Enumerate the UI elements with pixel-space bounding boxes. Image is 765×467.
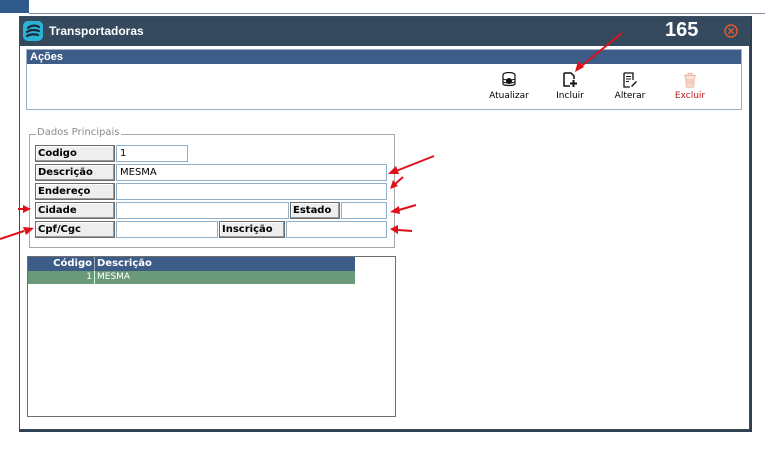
alterar-label: Alterar — [614, 91, 646, 101]
table-row[interactable]: 1 MESMA — [28, 271, 355, 284]
transportadoras-grid[interactable]: Código Descrição 1 MESMA — [27, 256, 396, 417]
endereco-label: Endereço — [35, 183, 115, 200]
grid-header: Código Descrição — [28, 257, 355, 271]
cidade-field[interactable] — [116, 202, 289, 219]
excluir-label: Excluir — [674, 91, 706, 101]
acoes-title: Ações — [30, 51, 64, 63]
acoes-header: Ações — [27, 50, 741, 64]
close-icon[interactable] — [724, 24, 738, 38]
window-shadow-bottom — [19, 430, 750, 432]
annotation-arrow-incluir — [575, 32, 623, 72]
atualizar-button[interactable]: Atualizar — [484, 70, 534, 108]
column-header-descricao[interactable]: Descrição — [97, 257, 152, 271]
window-number: 165 — [665, 19, 699, 41]
row-codigo-cell: 1 — [28, 271, 95, 284]
annotation-arrow-inscricao — [390, 225, 413, 234]
atualizar-label: Atualizar — [489, 91, 529, 101]
codigo-field[interactable]: 1 — [116, 145, 188, 162]
window-shadow-right — [750, 16, 752, 432]
transportadoras-window: Transportadoras 165 Ações Atualizar Incl… — [19, 16, 750, 430]
top-divider — [29, 13, 765, 14]
database-refresh-icon — [502, 72, 516, 87]
cidade-label: Cidade — [35, 202, 115, 219]
app-logo-icon — [23, 21, 43, 41]
annotation-arrow-cpf-cgc — [0, 227, 34, 240]
codigo-label: Codigo — [35, 145, 115, 162]
annotation-arrow-estado — [390, 204, 417, 214]
inscricao-label: Inscrição — [219, 221, 285, 238]
corner-tab — [0, 0, 29, 13]
cpf-cgc-label: Cpf/Cgc — [35, 221, 115, 238]
row-descricao-cell: MESMA — [97, 272, 131, 282]
column-header-codigo[interactable]: Código — [28, 257, 95, 271]
annotation-arrow-cidade — [18, 205, 31, 213]
descricao-label: Descrição — [35, 164, 115, 181]
dados-principais-legend: Dados Principais — [36, 127, 121, 138]
estado-label: Estado — [290, 202, 340, 219]
endereco-field[interactable] — [116, 183, 387, 200]
dados-principais-group: Dados Principais Codigo 1 Descrição MESM… — [29, 127, 395, 248]
annotation-arrow-endereco — [390, 176, 404, 189]
cpf-cgc-field[interactable] — [116, 221, 218, 238]
window-title: Transportadoras — [49, 24, 144, 38]
inscricao-field[interactable] — [286, 221, 387, 238]
descricao-field[interactable]: MESMA — [116, 164, 387, 181]
acoes-panel: Ações Atualizar Incluir Alterar Excluir — [26, 49, 742, 110]
incluir-label: Incluir — [556, 91, 584, 101]
estado-field[interactable] — [341, 202, 387, 219]
title-bar[interactable]: Transportadoras 165 — [20, 17, 749, 46]
trash-icon — [684, 72, 696, 88]
excluir-button[interactable]: Excluir — [665, 70, 715, 108]
